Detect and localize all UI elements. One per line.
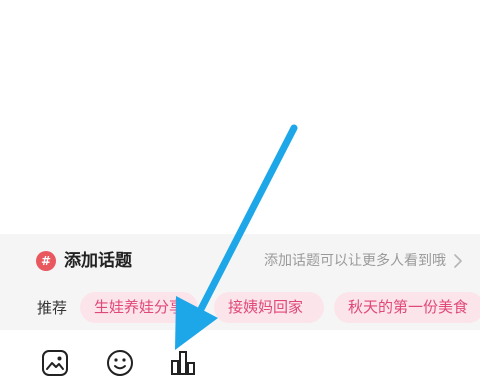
topic-panel: # 添加话题 添加话题可以让更多人看到哦 推荐 生娃养娃分享 接姨妈回家 秋天的…: [0, 234, 480, 330]
post-editor-page: # 添加话题 添加话题可以让更多人看到哦 推荐 生娃养娃分享 接姨妈回家 秋天的…: [0, 0, 500, 390]
hashtag-icon: #: [36, 251, 56, 271]
topic-chip[interactable]: 接姨妈回家: [214, 292, 324, 323]
add-topic-hint: 添加话题可以让更多人看到哦: [264, 253, 446, 269]
recommended-topics-row: 推荐 生娃养娃分享 接姨妈回家 秋天的第一份美食: [0, 288, 480, 330]
chart-icon[interactable]: [168, 348, 198, 378]
add-topic-row[interactable]: # 添加话题 添加话题可以让更多人看到哦: [0, 234, 480, 288]
post-content-area[interactable]: [0, 0, 500, 234]
bottom-toolbar: [0, 330, 500, 390]
topic-chip[interactable]: 生娃养娃分享: [80, 292, 198, 323]
image-icon[interactable]: [40, 348, 70, 378]
topic-chip[interactable]: 秋天的第一份美食: [334, 292, 480, 323]
chevron-right-icon: [454, 254, 462, 268]
recommend-label: 推荐: [37, 299, 68, 317]
add-topic-title: 添加话题: [64, 251, 132, 271]
emoji-icon[interactable]: [105, 348, 135, 378]
